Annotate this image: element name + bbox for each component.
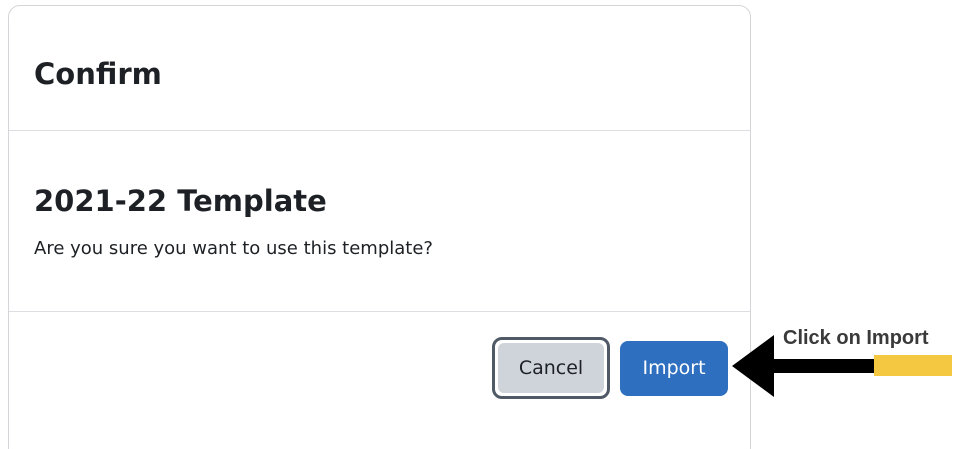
arrow-shaft	[770, 359, 874, 373]
arrow-head	[732, 335, 774, 397]
confirm-message: Are you sure you want to use this templa…	[34, 238, 433, 259]
screenshot-stage: Confirm 2021-22 Template Are you sure yo…	[0, 0, 953, 449]
template-name-heading: 2021-22 Template	[34, 184, 327, 218]
cancel-button-label: Cancel	[498, 343, 604, 393]
arrow-highlight	[874, 355, 952, 376]
dialog-title: Confirm	[34, 57, 162, 91]
dialog-body: 2021-22 Template Are you sure you want t…	[9, 131, 750, 312]
dialog-header: Confirm	[9, 6, 750, 131]
cancel-button[interactable]: Cancel	[492, 337, 610, 399]
import-button[interactable]: Import	[620, 341, 728, 396]
left-arrow-icon	[732, 335, 952, 397]
